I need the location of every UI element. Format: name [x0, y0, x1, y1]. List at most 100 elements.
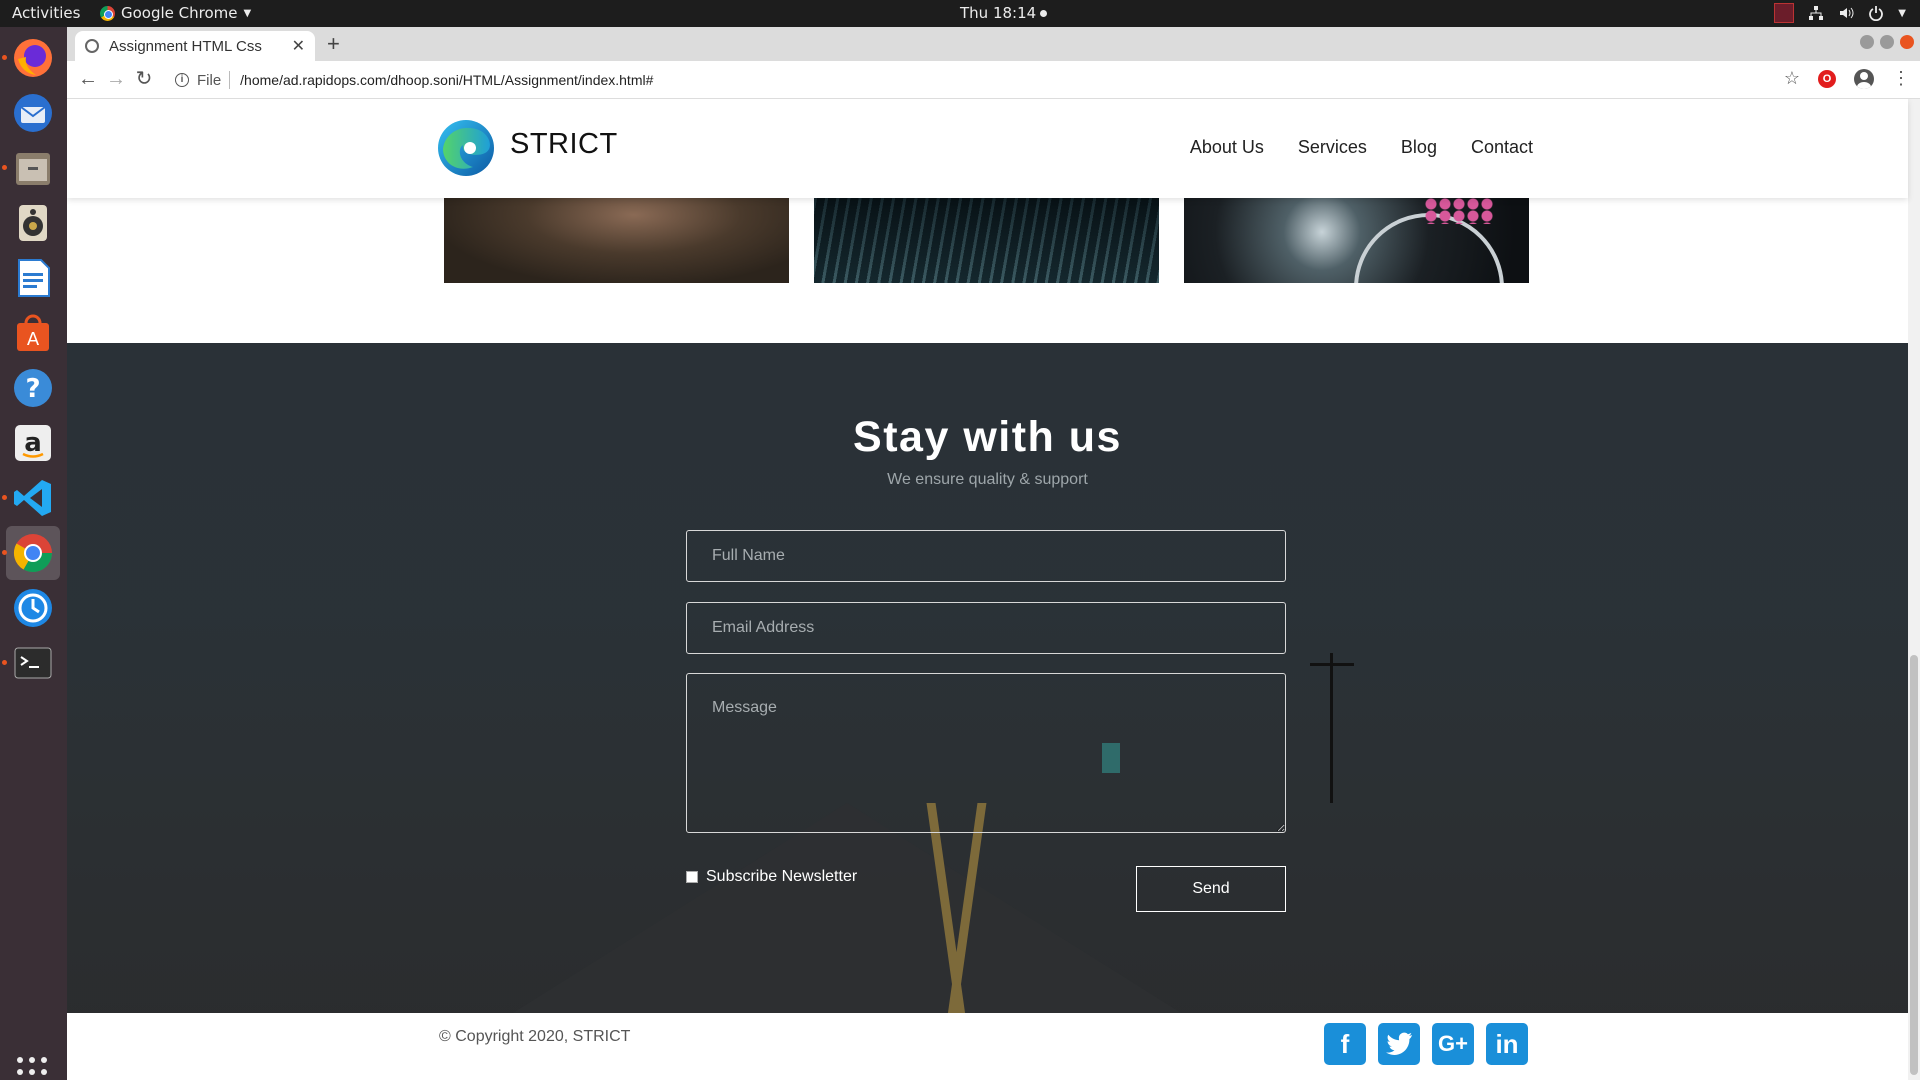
page-scrollbar[interactable]: [1908, 99, 1920, 1080]
contact-subtitle: We ensure quality & support: [887, 471, 1088, 488]
nav-contact[interactable]: Contact: [1471, 137, 1533, 158]
close-window-button[interactable]: [1900, 35, 1914, 49]
social-links: f G+ in: [1324, 1023, 1528, 1065]
dock-help[interactable]: ?: [6, 361, 60, 415]
subscribe-checkbox[interactable]: Subscribe Newsletter: [686, 868, 857, 886]
timeshift-icon: [14, 589, 52, 627]
browser-tab[interactable]: Assignment HTML Css ✕: [75, 31, 315, 61]
files-icon: [16, 153, 50, 185]
dock: A ? a: [0, 27, 67, 1080]
tab-title: Assignment HTML Css: [109, 37, 262, 55]
gallery-image-bicycle[interactable]: [1184, 198, 1529, 283]
clock-label: Thu 18:14: [960, 4, 1037, 22]
show-applications-icon[interactable]: [17, 1057, 47, 1080]
info-icon[interactable]: i: [175, 73, 189, 87]
extension-icon[interactable]: O: [1818, 69, 1836, 88]
edge-logo-icon[interactable]: [437, 119, 495, 177]
chrome-icon: [13, 534, 53, 573]
facebook-icon[interactable]: f: [1324, 1023, 1366, 1065]
site-footer: © Copyright 2020, STRICT f G+ in: [67, 1013, 1908, 1080]
dock-ubuntu-software[interactable]: A: [6, 306, 60, 360]
app-menu-label: Google Chrome: [121, 4, 238, 22]
kebab-menu-icon[interactable]: ⋮: [1892, 68, 1910, 89]
email-input[interactable]: [686, 602, 1286, 654]
scrollbar-thumb[interactable]: [1910, 655, 1918, 1075]
main-nav: About Us Services Blog Contact: [1190, 137, 1533, 158]
close-icon[interactable]: ✕: [292, 36, 305, 56]
bookmark-star-icon[interactable]: ☆: [1784, 68, 1800, 89]
copyright-text: © Copyright 2020, STRICT: [439, 1028, 631, 1045]
amazon-icon: a: [15, 425, 51, 461]
svg-text:A: A: [27, 329, 40, 350]
thunderbird-icon: [14, 94, 52, 132]
system-top-bar: Activities Google Chrome ▼ Thu 18:14 ▼: [0, 0, 1920, 27]
notification-dot-icon: [1040, 9, 1048, 17]
minimize-button[interactable]: [1860, 35, 1874, 49]
window-controls: [1860, 35, 1914, 49]
firefox-icon: [14, 39, 52, 77]
gallery-image-portrait[interactable]: [444, 198, 789, 283]
power-icon[interactable]: [1868, 5, 1884, 21]
back-arrow-icon[interactable]: ←: [77, 68, 99, 90]
gallery-image-keyboard[interactable]: [814, 198, 1159, 283]
activities-button[interactable]: Activities: [12, 4, 80, 22]
app-menu[interactable]: Google Chrome ▼: [100, 4, 251, 22]
dock-writer[interactable]: [6, 251, 60, 305]
speaker-icon: [19, 205, 47, 241]
forward-arrow-icon[interactable]: →: [105, 68, 127, 90]
road-background: [497, 803, 1197, 1013]
svg-text:?: ?: [25, 374, 40, 404]
dock-rhythmbox[interactable]: [6, 196, 60, 250]
writer-icon: [18, 259, 50, 297]
system-tray[interactable]: ▼: [1774, 3, 1906, 23]
url-scheme: File: [197, 71, 222, 89]
maximize-button[interactable]: [1880, 35, 1894, 49]
dock-terminal[interactable]: [2, 636, 60, 690]
help-icon: ?: [14, 369, 52, 407]
terminal-icon: [14, 647, 52, 679]
browser-window: Assignment HTML Css ✕ + ← → ↻ i File /ho…: [67, 27, 1920, 1080]
profile-icon[interactable]: [1854, 68, 1874, 89]
contact-section: Stay with us We ensure quality & support…: [67, 343, 1908, 1013]
chevron-down-icon[interactable]: ▼: [1898, 8, 1906, 19]
indicator-icon[interactable]: [1774, 3, 1795, 23]
new-tab-button[interactable]: +: [327, 31, 340, 57]
toolbar-actions: ☆ O ⋮: [1784, 68, 1910, 89]
dock-vscode[interactable]: [2, 471, 60, 525]
globe-icon: [85, 39, 99, 53]
message-textarea[interactable]: [686, 673, 1286, 833]
reload-icon[interactable]: ↻: [133, 68, 155, 90]
volume-icon[interactable]: [1838, 5, 1854, 21]
network-icon[interactable]: [1808, 5, 1824, 21]
clock[interactable]: Thu 18:14: [960, 4, 1048, 22]
divider: [229, 71, 231, 89]
svg-text:a: a: [24, 428, 42, 458]
nav-about-us[interactable]: About Us: [1190, 137, 1264, 158]
vscode-icon: [14, 480, 51, 516]
browser-toolbar: ← → ↻ i File /home/ad.rapidops.com/dhoop…: [67, 61, 1920, 99]
site-header: STRICT About Us Services Blog Contact: [67, 99, 1908, 198]
dock-chrome[interactable]: [2, 526, 60, 580]
dock-files[interactable]: [2, 141, 60, 195]
dock-timeshift[interactable]: [6, 581, 60, 635]
page-viewport: STRICT About Us Services Blog Contact St…: [67, 99, 1920, 1080]
google-plus-icon[interactable]: G+: [1432, 1023, 1474, 1065]
utility-pole: [1310, 653, 1354, 803]
contact-title: Stay with us: [853, 413, 1122, 461]
dock-thunderbird[interactable]: [6, 86, 60, 140]
software-bag-icon: A: [17, 314, 49, 351]
dock-amazon[interactable]: a: [6, 416, 60, 470]
full-name-input[interactable]: [686, 530, 1286, 582]
twitter-icon[interactable]: [1378, 1023, 1420, 1065]
checkbox-icon[interactable]: [686, 871, 698, 883]
nav-services[interactable]: Services: [1298, 137, 1367, 158]
subscribe-label: Subscribe Newsletter: [706, 868, 858, 885]
url-text[interactable]: /home/ad.rapidops.com/dhoop.soni/HTML/As…: [240, 72, 653, 88]
send-button[interactable]: Send: [1136, 866, 1286, 912]
chrome-icon: [100, 5, 115, 21]
brand-name[interactable]: STRICT: [510, 128, 618, 161]
address-bar[interactable]: i File /home/ad.rapidops.com/dhoop.soni/…: [175, 65, 1875, 95]
linkedin-icon[interactable]: in: [1486, 1023, 1528, 1065]
dock-firefox[interactable]: [2, 31, 60, 85]
nav-blog[interactable]: Blog: [1401, 137, 1437, 158]
